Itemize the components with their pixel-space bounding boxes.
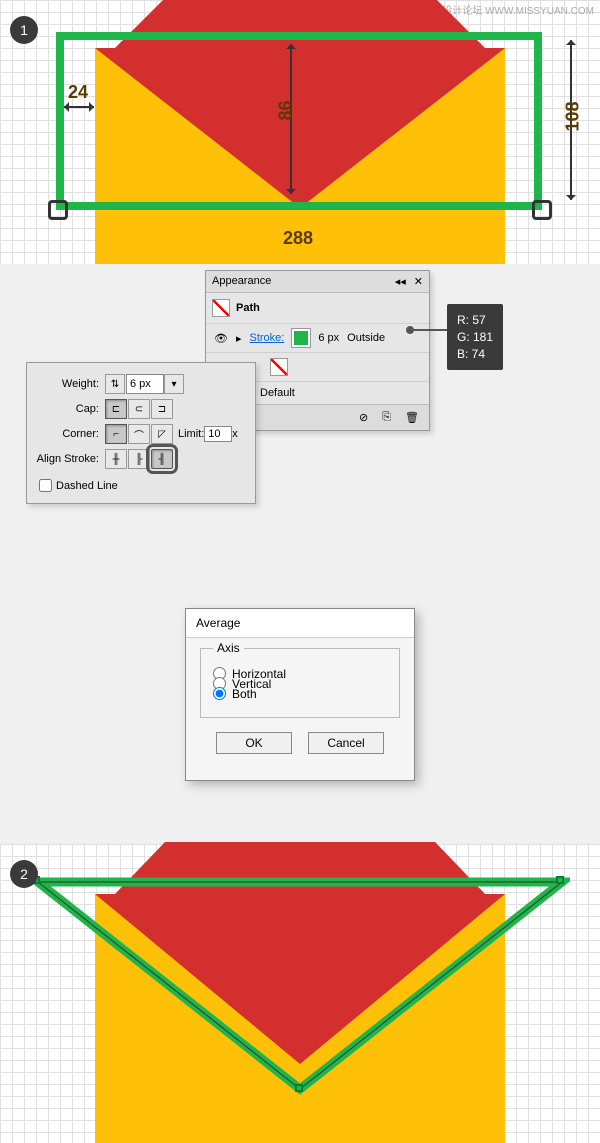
panel-collapse-icon[interactable]: ◂◂ (395, 275, 406, 288)
limit-input[interactable] (204, 426, 232, 442)
selection-handle-br[interactable] (532, 200, 552, 220)
align-outside-button[interactable]: ╢ (151, 449, 173, 469)
envelope-front-flap (95, 48, 505, 218)
step2-canvas: 2 (0, 844, 600, 1143)
corner-label: Corner: (33, 428, 105, 440)
rgb-g: G: 181 (457, 329, 493, 346)
step-badge-1: 1 (10, 16, 38, 44)
no-icon[interactable]: ⊘ (359, 411, 368, 424)
cap-projecting-button[interactable]: ⊐ (151, 399, 173, 419)
average-dialog-area: Average Axis Horizontal Vertical Both OK… (0, 544, 600, 844)
path-label: Path (236, 302, 260, 314)
corner-bevel-button[interactable]: ◸ (151, 424, 173, 444)
cap-label: Cap: (33, 403, 105, 415)
trash-icon[interactable]: 🗑 (405, 411, 419, 424)
dialog-title: Average (186, 609, 414, 638)
limit-x: x (232, 428, 238, 440)
cap-round-button[interactable]: ⊂ (128, 399, 150, 419)
stroke-color-swatch[interactable] (292, 329, 310, 347)
ok-button[interactable]: OK (216, 732, 292, 754)
dashed-line-label: Dashed Line (56, 480, 118, 492)
duplicate-icon[interactable]: ⎘ (382, 411, 391, 424)
dim-label-108: 108 (563, 101, 584, 131)
rgb-connector (410, 329, 450, 331)
anchor-bottom[interactable] (295, 1084, 303, 1092)
cancel-button[interactable]: Cancel (308, 732, 384, 754)
cap-butt-button[interactable]: ⊏ (105, 399, 127, 419)
corner-miter-button[interactable]: ⌐ (105, 424, 127, 444)
step-badge-2: 2 (10, 860, 38, 888)
align-inside-button[interactable]: ╟ (128, 449, 150, 469)
dim-label-86: 86 (276, 100, 297, 120)
dashed-line-checkbox[interactable] (39, 479, 52, 492)
appearance-tab[interactable]: Appearance (212, 275, 271, 288)
envelope-back-flap (115, 0, 485, 48)
weight-input[interactable] (126, 374, 164, 394)
axis-legend: Axis (213, 641, 244, 655)
path-swatch[interactable] (212, 299, 230, 317)
align-stroke-label: Align Stroke: (33, 453, 105, 465)
selection-handle-bl[interactable] (48, 200, 68, 220)
corner-round-button[interactable]: ⌒ (128, 424, 150, 444)
fill-swatch[interactable] (270, 358, 288, 376)
stroke-weight-text: 6 px (318, 332, 339, 344)
panels-area: Appearance ◂◂ ✕ Path 👁 ▸ Stroke: 6 px Ou… (0, 264, 600, 544)
visibility-icon[interactable]: 👁 (214, 332, 228, 345)
rgb-r: R: 57 (457, 312, 493, 329)
anchor-tr[interactable] (556, 876, 564, 884)
average-dialog[interactable]: Average Axis Horizontal Vertical Both OK… (185, 608, 415, 781)
weight-label: Weight: (33, 378, 105, 390)
align-center-button[interactable]: ╫ (105, 449, 127, 469)
triangle-path[interactable] (30, 874, 570, 1114)
opacity-value[interactable]: Default (260, 387, 295, 399)
stroke-options-panel[interactable]: Weight: ⇅ ▾ Cap: ⊏ ⊂ ⊐ Corner: ⌐ ⌒ ◸ Lim… (26, 362, 256, 504)
rgb-callout: R: 57 G: 181 B: 74 (447, 304, 503, 370)
stroke-align-text: Outside (347, 332, 385, 344)
rgb-b: B: 74 (457, 346, 493, 363)
radio-both-label: Both (232, 687, 257, 701)
weight-stepper[interactable]: ⇅ (105, 374, 125, 394)
dim-label-24: 24 (68, 82, 88, 103)
stroke-link[interactable]: Stroke: (250, 332, 285, 344)
dim-label-288: 288 (283, 228, 313, 249)
limit-label: Limit: (178, 428, 204, 440)
step1-canvas: 1 思缘设计论坛 WWW.MISSYUAN.COM 24 86 108 288 (0, 0, 600, 264)
panel-close-icon[interactable]: ✕ (414, 275, 423, 288)
weight-dropdown-icon[interactable]: ▾ (164, 374, 184, 394)
dim-arrow-24 (64, 106, 94, 108)
expand-icon[interactable]: ▸ (236, 332, 242, 345)
radio-both[interactable] (213, 687, 226, 700)
